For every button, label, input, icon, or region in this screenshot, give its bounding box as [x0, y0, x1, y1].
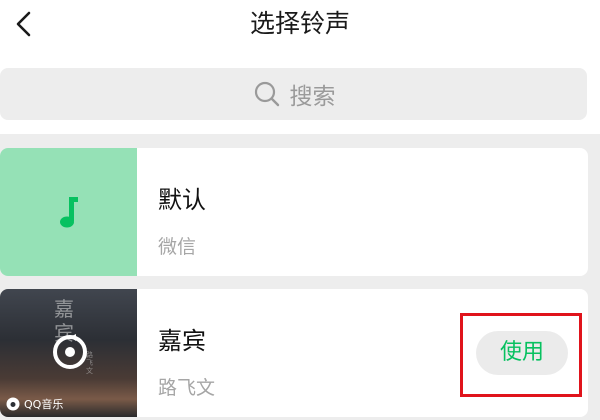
search-input[interactable]: 搜索 — [0, 68, 587, 120]
ringtone-title: 嘉宾 — [158, 327, 206, 355]
source-label: QQ音乐 — [24, 398, 64, 411]
album-disc-icon — [53, 334, 87, 369]
highlight-annotation — [460, 313, 582, 397]
ringtone-cover — [0, 148, 137, 276]
ringtone-artist: 路飞文 — [158, 377, 216, 399]
album-cover: 嘉宾 路飞文 QQ音乐 — [0, 289, 137, 417]
music-note-icon — [59, 197, 78, 228]
source-badge: QQ音乐 — [6, 396, 63, 412]
ringtone-artist: 微信 — [158, 236, 197, 258]
search-icon — [254, 81, 279, 107]
search-bar: 搜索 — [0, 50, 600, 134]
top-bar: 选择铃声 — [0, 0, 600, 50]
ringtone-item-default[interactable]: 默认 微信 — [0, 148, 588, 276]
ringtone-title: 默认 — [158, 186, 206, 214]
search-placeholder: 搜索 — [289, 84, 336, 110]
qq-music-icon — [6, 397, 20, 411]
page-title: 选择铃声 — [249, 9, 350, 38]
